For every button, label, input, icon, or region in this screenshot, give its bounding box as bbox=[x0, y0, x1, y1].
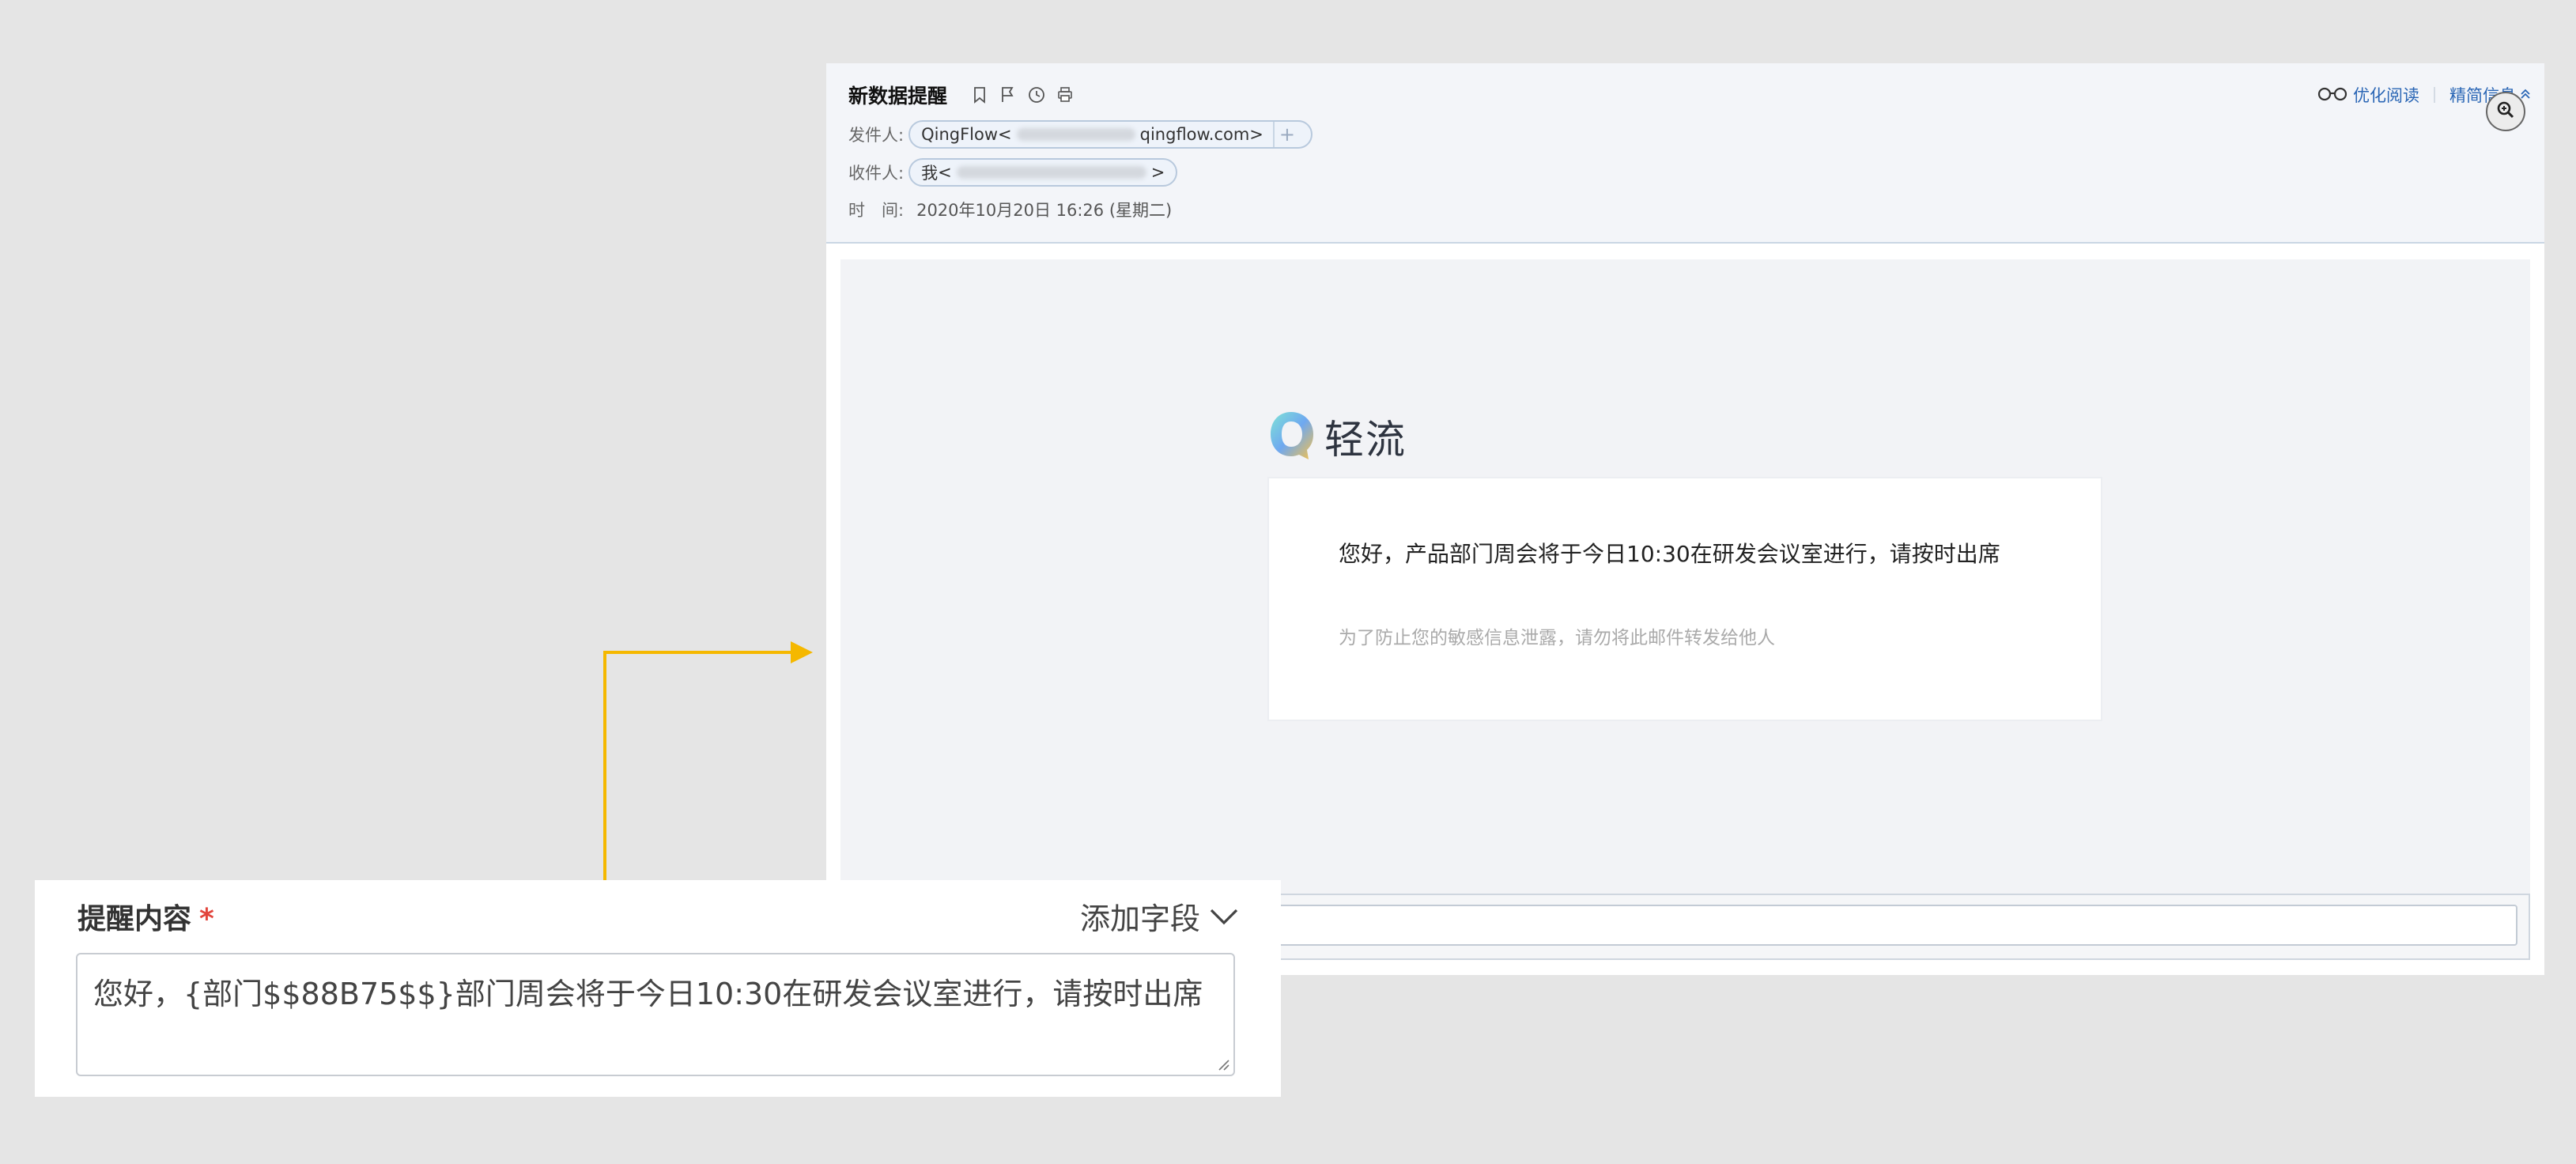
recipient-row: 收件人: 我 < > bbox=[848, 157, 1178, 188]
reminder-content-input[interactable]: 您好，{部门$$88B75$$}部门周会将于今日10:30在研发会议室进行，请按… bbox=[76, 953, 1235, 1076]
time-value: 2020年10月20日 16:26 (星期二) bbox=[916, 201, 1173, 220]
sender-name: QingFlow bbox=[921, 125, 999, 144]
email-window: 新数据提醒 优化阅读 精简信息 发件人: QingFlow < qingflow… bbox=[826, 63, 2544, 975]
recipient-address-prefix: < bbox=[938, 163, 952, 182]
email-header: 新数据提醒 优化阅读 精简信息 发件人: QingFlow < qingflow… bbox=[826, 63, 2544, 244]
redacted-text bbox=[1016, 128, 1135, 141]
reminder-title: 提醒内容 * bbox=[77, 896, 214, 937]
bookmark-icon[interactable] bbox=[969, 85, 990, 105]
recipient-address-suffix: > bbox=[1150, 163, 1165, 182]
sender-address-domain: qingflow.com> bbox=[1139, 125, 1263, 144]
add-field-dropdown[interactable]: 添加字段 bbox=[1079, 896, 1240, 936]
reminder-content-panel: 提醒内容 * 添加字段 您好，{部门$$88B75$$}部门周会将于今日10:30… bbox=[35, 880, 1281, 1097]
notice-message: 您好，产品部门周会将于今日10:30在研发会议室进行，请按时出席 bbox=[1339, 541, 2000, 567]
reminder-title-text: 提醒内容 bbox=[77, 903, 192, 935]
recipient-address[interactable]: 我 < > bbox=[908, 158, 1178, 187]
reminder-content-text: 您好，{部门$$88B75$$}部门周会将于今日10:30在研发会议室进行，请按… bbox=[93, 977, 1203, 1011]
add-field-label: 添加字段 bbox=[1079, 901, 1200, 936]
notice-card: 您好，产品部门周会将于今日10:30在研发会议室进行，请按时出席 为了防止您的敏… bbox=[1267, 477, 2102, 721]
sender-row: 发件人: QingFlow < qingflow.com> + bbox=[848, 119, 1313, 150]
notice-hint: 为了防止您的敏感信息泄露，请勿将此邮件转发给他人 bbox=[1339, 628, 1775, 648]
divider bbox=[2434, 87, 2435, 103]
redacted-text bbox=[956, 166, 1146, 179]
email-subject: 新数据提醒 bbox=[848, 85, 948, 108]
time-label: 时 间: bbox=[848, 201, 905, 220]
brand-name: 轻流 bbox=[1324, 417, 1407, 463]
clock-icon[interactable] bbox=[1026, 85, 1047, 105]
add-contact-button[interactable]: + bbox=[1272, 122, 1300, 147]
zoom-in-button[interactable] bbox=[2486, 92, 2525, 131]
recipient-label: 收件人: bbox=[848, 164, 905, 183]
subject-row: 新数据提醒 bbox=[848, 79, 1075, 111]
subject-tools bbox=[969, 85, 1075, 105]
zoom-in-icon bbox=[2495, 100, 2516, 123]
glasses-icon bbox=[2317, 85, 2353, 106]
sender-address-prefix: < bbox=[998, 125, 1012, 144]
required-mark: * bbox=[199, 903, 214, 935]
email-body: 轻流 您好，产品部门周会将于今日10:30在研发会议室进行，请按时出席 为了防止… bbox=[840, 259, 2530, 914]
resize-handle-icon[interactable] bbox=[1213, 1054, 1230, 1071]
time-row: 时 间: 2020年10月20日 16:26 (星期二) bbox=[848, 194, 1172, 225]
flag-icon[interactable] bbox=[998, 85, 1018, 105]
sender-label: 发件人: bbox=[848, 126, 905, 145]
brand: 轻流 bbox=[1267, 405, 1407, 468]
optimize-reading-link[interactable]: 优化阅读 bbox=[2353, 83, 2419, 107]
sender-address[interactable]: QingFlow < qingflow.com> + bbox=[908, 120, 1313, 149]
print-icon[interactable] bbox=[1055, 85, 1075, 105]
qingflow-logo-icon bbox=[1267, 409, 1318, 464]
chevron-down-icon bbox=[1200, 898, 1240, 933]
recipient-name: 我 bbox=[921, 164, 939, 183]
